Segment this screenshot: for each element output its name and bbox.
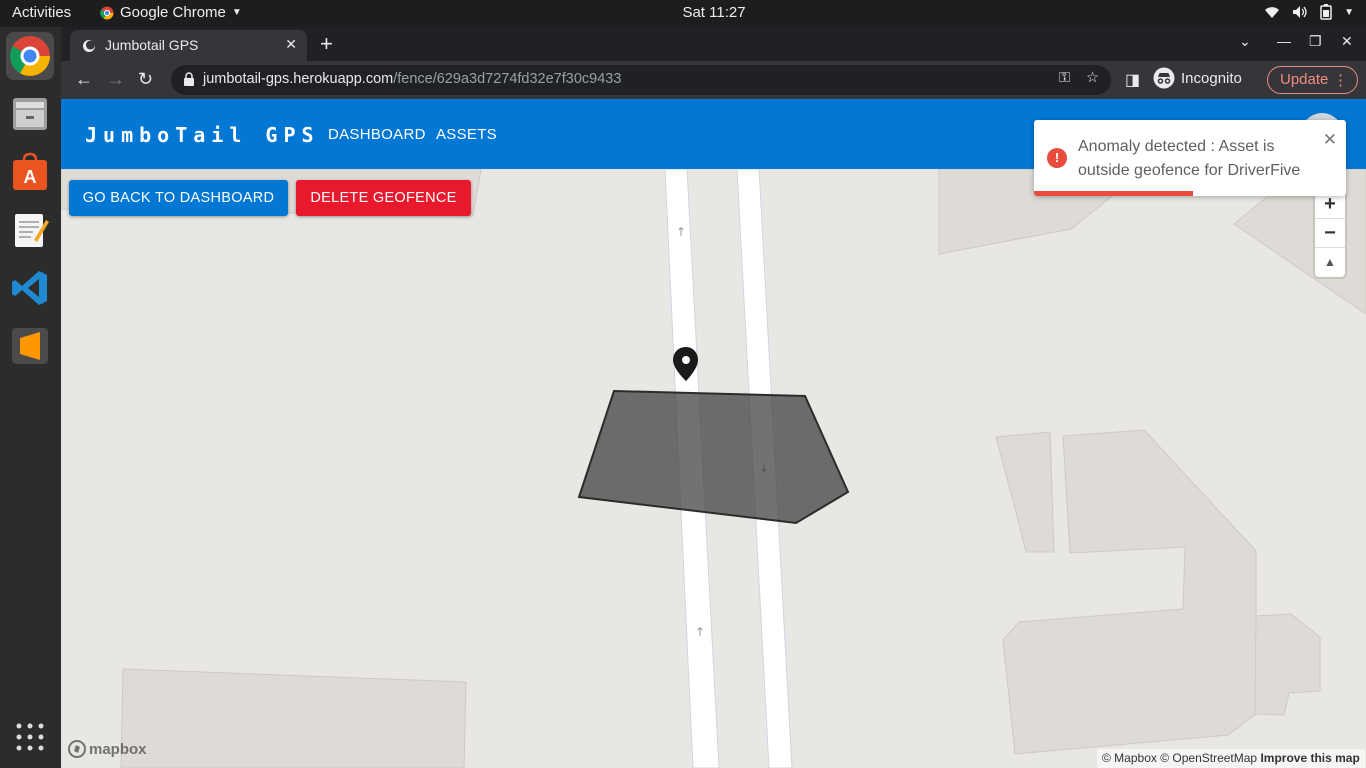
dock-software[interactable]: A [6, 148, 54, 196]
clock[interactable]: Sat 11:27 [682, 4, 745, 21]
back-to-dashboard-button[interactable]: GO BACK TO DASHBOARD [69, 180, 288, 216]
dock-show-apps[interactable] [6, 713, 54, 761]
attribution-mapbox-link[interactable]: © Mapbox [1102, 751, 1157, 765]
page-viewport: ↑ ↑ ↓ JumboTail GPS DASHBOARD ASSETS GO … [61, 99, 1366, 768]
improve-map-link[interactable]: Improve this map [1260, 751, 1359, 765]
maximize-button[interactable]: ❐ [1309, 33, 1322, 50]
update-button[interactable]: Update ⋮ [1267, 66, 1358, 94]
url-text: jumbotail-gps.herokuapp.com/fence/629a3d… [203, 71, 621, 87]
more-menu-icon: ⋮ [1333, 72, 1348, 89]
chevron-down-icon: ▼ [1344, 6, 1354, 18]
minimize-button[interactable]: — [1277, 33, 1291, 49]
chevron-down-icon: ▼ [231, 7, 242, 18]
software-center-icon: A [13, 152, 47, 190]
volume-icon [1293, 6, 1307, 18]
compass-icon[interactable]: ▲ [1315, 248, 1345, 277]
dock-sublime[interactable] [6, 322, 54, 370]
incognito-icon [1153, 67, 1175, 89]
vscode-icon [12, 271, 47, 305]
back-arrow-icon[interactable]: ← [75, 69, 93, 90]
svg-text:A: A [24, 167, 37, 187]
dock-chrome[interactable] [6, 32, 54, 80]
toast-progress-bar [1034, 191, 1194, 196]
reload-icon[interactable]: ↻ [138, 69, 153, 90]
dock-files[interactable] [6, 90, 54, 138]
road-arrow-up-icon: ↑ [676, 225, 686, 239]
back-to-dashboard-label: GO BACK TO DASHBOARD [82, 190, 275, 206]
text-editor-icon [15, 214, 49, 247]
app-menu-label: Google Chrome [120, 4, 226, 21]
lock-icon[interactable] [183, 72, 195, 86]
tab-close-icon[interactable]: ✕ [285, 36, 297, 53]
activities-button[interactable]: Activities [12, 4, 71, 21]
nav-dashboard-link[interactable]: DASHBOARD [328, 126, 426, 143]
incognito-indicator[interactable]: Incognito [1153, 67, 1242, 89]
url-path: /fence/629a3d7274fd32e7f30c9433 [393, 71, 622, 87]
attribution-osm-link[interactable]: © OpenStreetMap [1160, 751, 1257, 765]
wifi-icon [1265, 7, 1280, 18]
sublime-text-icon [12, 328, 48, 364]
nav-assets-link[interactable]: ASSETS [436, 126, 497, 143]
dock: A [0, 27, 61, 768]
delete-geofence-button[interactable]: DELETE GEOFENCE [296, 180, 471, 216]
close-window-button[interactable]: ✕ [1341, 33, 1353, 50]
map-zoom-controls: + − ▲ [1315, 190, 1345, 277]
map-attribution: © Mapbox © OpenStreetMap Improve this ma… [1097, 749, 1365, 768]
forward-arrow-icon[interactable]: → [107, 69, 125, 90]
files-icon [13, 98, 47, 130]
side-panel-icon[interactable]: ◨ [1125, 70, 1140, 90]
brand-title[interactable]: JumboTail GPS [85, 123, 320, 147]
url-host: jumbotail-gps.herokuapp.com [203, 71, 394, 87]
battery-icon [1320, 4, 1332, 20]
address-bar[interactable]: jumbotail-gps.herokuapp.com/fence/629a3d… [171, 65, 1111, 95]
system-top-bar: Activities Google Chrome ▼ Sat 11:27 ▼ [0, 0, 1366, 27]
show-apps-icon [16, 723, 44, 751]
update-label: Update [1280, 71, 1329, 88]
building [120, 668, 467, 768]
tab-strip: Jumbotail GPS ✕ + ⌄ — ❐ ✕ [61, 27, 1366, 61]
delete-geofence-label: DELETE GEOFENCE [310, 190, 457, 206]
key-icon[interactable]: ⚿ [1059, 70, 1070, 86]
favicon-icon [83, 40, 95, 52]
dock-vscode[interactable] [6, 264, 54, 312]
browser-toolbar: ← → ↻ jumbotail-gps.herokuapp.com/fence/… [61, 61, 1366, 99]
system-tray[interactable]: ▼ [1264, 4, 1354, 20]
chrome-small-icon [100, 6, 114, 19]
road-arrow-up-icon: ↑ [695, 625, 705, 639]
mapbox-logo[interactable]: mapbox [68, 740, 147, 758]
app-menu[interactable]: Google Chrome ▼ [100, 4, 242, 21]
incognito-label: Incognito [1181, 69, 1242, 87]
browser-tab[interactable]: Jumbotail GPS ✕ [70, 30, 307, 61]
anomaly-toast[interactable]: ! Anomaly detected : Asset is outside ge… [1034, 120, 1346, 196]
error-icon: ! [1047, 148, 1067, 168]
bookmark-star-icon[interactable]: ☆ [1086, 70, 1099, 86]
tab-search-icon[interactable]: ⌄ [1239, 33, 1251, 50]
toast-close-icon[interactable]: ✕ [1323, 130, 1337, 150]
dock-text-editor[interactable] [6, 206, 54, 254]
mapbox-logo-text: mapbox [89, 740, 147, 758]
chrome-icon [10, 36, 50, 76]
mapbox-logo-icon [68, 740, 86, 758]
zoom-out-button[interactable]: − [1315, 219, 1345, 248]
toast-message: Anomaly detected : Asset is outside geof… [1078, 138, 1301, 179]
new-tab-button[interactable]: + [320, 31, 333, 57]
tab-title: Jumbotail GPS [105, 37, 199, 53]
